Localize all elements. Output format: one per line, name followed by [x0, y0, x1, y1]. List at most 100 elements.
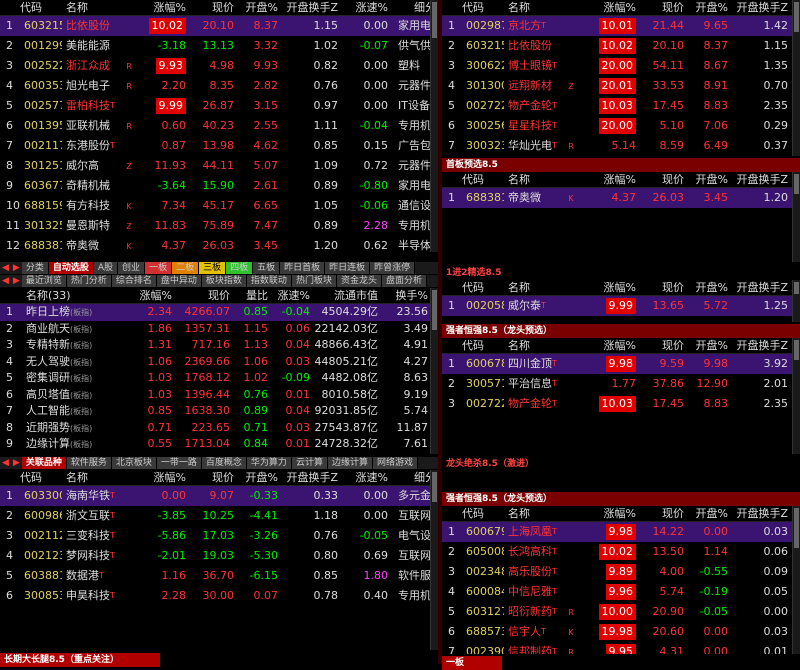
tab-scroll-left-icon[interactable]: ◀	[0, 275, 11, 287]
stock-name-cell[interactable]: 曼恩斯特	[62, 216, 124, 236]
header-0[interactable]: 代码	[462, 172, 504, 187]
header-4[interactable]: 开盘%	[684, 280, 728, 295]
stock-name[interactable]: 旭光电子	[66, 79, 110, 92]
stock-name-cell[interactable]: 星星科技T	[504, 116, 566, 136]
stock-name[interactable]: 浙江众成	[66, 59, 110, 72]
tab-tabs_left-0[interactable]: 分类	[21, 262, 49, 274]
table-row[interactable]: 8 301251 威尔高 Z 11.93 44.11 5.07 1.09 0.72 元器件	[0, 156, 430, 176]
block-name-cell[interactable]: 无人驾驶(板指)	[22, 354, 122, 371]
stock-name[interactable]: 博士眼镜	[508, 59, 552, 72]
header-5[interactable]: 开盘换手Z	[728, 338, 788, 353]
stock-name-cell[interactable]: 亚联机械	[62, 116, 124, 136]
stock-code[interactable]: 001299	[20, 36, 62, 56]
block-name[interactable]: 边缘计算	[26, 437, 70, 450]
table-row[interactable]: 4 600353 旭光电子 R 2.20 8.35 2.82 0.76 0.00 元器件	[0, 76, 430, 96]
tab-tabs_left-10[interactable]: 昨日连板	[325, 262, 371, 274]
table-row[interactable]: 1002987京北方T10.0121.449.651.420.00	[442, 16, 792, 36]
tab-tabs_left2-1[interactable]: 热门分析	[66, 275, 112, 287]
header-5[interactable]: 开盘换手Z	[278, 470, 338, 485]
stock-name[interactable]: 数据港	[66, 569, 99, 582]
stock-name[interactable]: 信宇人	[508, 625, 541, 638]
tab-tabs_left2-5[interactable]: 指数联动	[246, 275, 292, 287]
tab-tabs_related-2[interactable]: 北京板块	[111, 457, 157, 469]
header-3[interactable]: 现价	[186, 470, 234, 485]
header-2[interactable]: 涨幅%	[124, 470, 186, 485]
stock-name-cell[interactable]: 比依股份	[62, 16, 124, 36]
stock-name-cell[interactable]: 数据港T	[62, 566, 124, 586]
stock-code[interactable]: 600678	[462, 354, 504, 374]
stock-name-cell[interactable]: 博士眼镜T	[504, 56, 566, 76]
table-row[interactable]: 1 昨日上榜(板指) 2.34 4266.07 0.85 -0.04 4504.29亿 23.…	[0, 304, 430, 321]
stock-name-cell[interactable]: 上海凤凰T	[504, 522, 566, 542]
stock-name-cell[interactable]: 申昊科技T	[62, 586, 124, 606]
table-row[interactable]: 7002117东港股份T0.8713.984.620.850.15广告包装	[0, 136, 430, 156]
stock-code[interactable]: 688159	[20, 196, 62, 216]
block-name-cell[interactable]: 百度概念(板指)	[22, 453, 122, 455]
stock-name-cell[interactable]: 物产金轮T	[504, 394, 566, 414]
header-2[interactable]: 现价	[172, 288, 230, 303]
tab-scroll-right-icon[interactable]: ▶	[11, 457, 22, 469]
stock-name[interactable]: 奇精机械	[66, 179, 110, 192]
stock-code[interactable]: 002577	[20, 96, 62, 116]
header-0[interactable]: 代码	[462, 0, 504, 15]
table-row[interactable]: 4301300远翔新材Z20.0133.538.910.700.00	[442, 76, 792, 96]
stock-name[interactable]: 中信尼雅	[508, 585, 552, 598]
stock-name-cell[interactable]: 华灿光电T	[504, 136, 566, 156]
table-row[interactable]: 7 人工智能(板指) 0.85 1638.30 0.89 0.04 92031.85亿 5.7…	[0, 403, 430, 420]
scrollbar-strong[interactable]	[792, 338, 800, 454]
scrollbar-strong-2[interactable]	[792, 506, 800, 654]
stock-name-cell[interactable]: 信邦制药T	[504, 642, 566, 654]
block-name[interactable]: 无人驾驶	[26, 355, 70, 368]
stock-name[interactable]: 物产金轮	[508, 99, 552, 112]
stock-code[interactable]: 002348	[462, 562, 504, 582]
tab-tabs_related-6[interactable]: 云计算	[291, 457, 328, 469]
tab-tabs_left2-4[interactable]: 板块指数	[201, 275, 247, 287]
tab-tabs_left-11[interactable]: 昨曾涨停	[370, 262, 416, 274]
table-row[interactable]: 12 688381 帝奥微 K 4.37 26.03 3.45 1.20 0.62 半导体	[0, 236, 430, 252]
stock-name[interactable]: 比依股份	[508, 39, 552, 52]
stock-name[interactable]: 有方科技	[66, 199, 110, 212]
table-row[interactable]: 5603127昭衍新药TR10.0020.90-0.050.000.00	[442, 602, 792, 622]
stock-name[interactable]: 东港股份	[66, 139, 110, 152]
tab-tabs_left2-2[interactable]: 综合排名	[111, 275, 157, 287]
table-row[interactable]: 1688381帝奥微K4.3726.033.451.200.62	[442, 188, 792, 208]
stock-code[interactable]: 603881	[20, 566, 62, 586]
block-name-cell[interactable]: 密集调研(板指)	[22, 370, 122, 387]
stock-code[interactable]: 600084	[462, 582, 504, 602]
stock-code[interactable]: 600986	[20, 506, 62, 526]
stock-name-cell[interactable]: 远翔新材	[504, 76, 566, 96]
header-2[interactable]: 涨幅%	[124, 0, 186, 15]
stock-name[interactable]: 梦网科技	[66, 549, 110, 562]
scrollbar-top-left[interactable]	[430, 0, 438, 252]
stock-name[interactable]: 帝奥微	[66, 239, 99, 252]
stock-code[interactable]: 002117	[20, 136, 62, 156]
header-4[interactable]: 开盘%	[684, 338, 728, 353]
table-row[interactable]: 4600084中信尼雅T9.965.74-0.190.050.00	[442, 582, 792, 602]
header-1[interactable]: 名称	[504, 506, 566, 521]
block-name[interactable]: 百度概念	[26, 454, 70, 455]
tab-tabs_left-3[interactable]: 创业	[118, 262, 146, 274]
header-1[interactable]: 涨幅%	[122, 288, 172, 303]
tab-tabs_related-3[interactable]: 一带一路	[156, 457, 202, 469]
stock-code[interactable]: 002522	[20, 56, 62, 76]
table-row[interactable]: 5002722物产金轮T10.0317.458.832.350.00	[442, 96, 792, 116]
table-row[interactable]: 3002112三变科技T-5.8617.03-3.260.76-0.05电气设备	[0, 526, 430, 546]
stock-code[interactable]: 001395	[20, 116, 62, 136]
stock-code[interactable]: 301251	[20, 156, 62, 176]
table-row[interactable]: 2 商业航天(板指) 1.86 1357.31 1.15 0.06 22142.03亿 3.4…	[0, 321, 430, 338]
table-row[interactable]: 3002722物产金轮T10.0317.458.832.350.00	[442, 394, 792, 414]
scrollbar-top-right[interactable]	[792, 0, 800, 156]
tab-tabs_left-4[interactable]: 一板	[145, 262, 173, 274]
table-row[interactable]: 2605008长鸿高科T10.0213.501.140.060.00	[442, 542, 792, 562]
stock-code[interactable]: 603215	[20, 16, 62, 36]
stock-name[interactable]: 浙文互联	[66, 509, 110, 522]
table-row[interactable]: 1600679上海凤凰T9.9814.220.000.030.00	[442, 522, 792, 542]
header-3[interactable]: 现价	[186, 0, 234, 15]
stock-name[interactable]: 美能能源	[66, 39, 110, 52]
scrollbar-related[interactable]	[430, 470, 438, 650]
stock-name-cell[interactable]: 信宇人T	[504, 622, 566, 642]
stock-name-cell[interactable]: 比依股份	[504, 36, 566, 56]
tab-tabs_related-5[interactable]: 华为算力	[246, 457, 292, 469]
header-6[interactable]: 涨速%	[338, 470, 388, 485]
stock-code[interactable]: 603127	[462, 602, 504, 622]
